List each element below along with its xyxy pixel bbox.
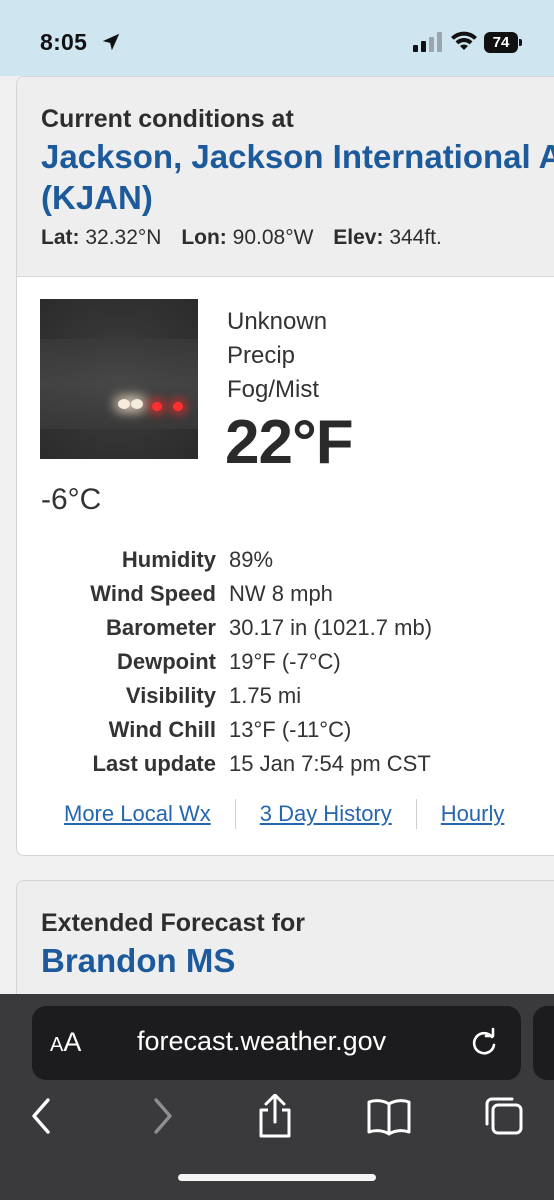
extended-forecast-label: Extended Forecast for (41, 909, 305, 937)
forecast-location: Brandon MS (41, 942, 236, 979)
current-conditions-header: Current conditions at Jackson, Jackson I… (17, 77, 554, 277)
url-field[interactable]: forecast.weather.gov (137, 1026, 386, 1057)
elev-value: 344ft. (389, 226, 442, 249)
current-conditions-label: Current conditions at (41, 105, 294, 133)
details-label: Wind Chill (108, 717, 216, 742)
web-page: Current conditions at Jackson, Jackson I… (0, 76, 554, 994)
current-conditions-panel: Current conditions at Jackson, Jackson I… (16, 76, 554, 856)
next-tab-preview[interactable] (533, 1006, 554, 1080)
details-value: 19°F (-7°C) (229, 649, 341, 674)
lon-value: 90.08°W (232, 226, 314, 249)
conditions-details-table: Humidity 89% Wind Speed NW 8 mph Barometer… (17, 543, 554, 781)
link-divider (234, 799, 236, 829)
details-value: 15 Jan 7:54 pm CST (229, 751, 431, 776)
details-value: NW 8 mph (229, 581, 333, 606)
station-links: More Local Wx 3 Day History Hourly (64, 799, 504, 829)
details-label: Last update (92, 751, 216, 776)
elev-label: Elev: (333, 226, 384, 249)
station-name: Jackson, Jackson International Airport (41, 138, 554, 175)
three-day-history-link[interactable]: 3 Day History (260, 801, 392, 827)
cellular-signal-icon (413, 32, 442, 52)
reload-icon[interactable] (468, 1027, 500, 1059)
details-value: 89% (229, 547, 274, 572)
condition-line: Unknown (227, 308, 328, 335)
status-time: 8:05 (40, 29, 88, 55)
details-label: Visibility (125, 683, 216, 708)
details-label: Humidity (121, 547, 216, 572)
address-bar[interactable]: AA forecast.weather.gov (32, 1006, 521, 1080)
lat-value: 32.32°N (85, 226, 162, 249)
browser-toolbar: AA forecast.weather.gov (0, 994, 554, 1200)
details-value: 1.75 mi (229, 683, 302, 708)
current-conditions-body: Unknown Precip Fog/Mist 22°F -6°C Humidi… (17, 277, 554, 855)
details-label: Barometer (105, 615, 216, 640)
details-value: 30.17 in (1021.7 mb) (229, 615, 433, 640)
tabs-icon[interactable] (482, 1094, 526, 1138)
condition-line: Precip (227, 342, 296, 369)
temperature-fahrenheit: 22°F (225, 408, 354, 477)
details-label: Wind Speed (90, 581, 216, 606)
details-row: Visibility 1.75 mi (17, 679, 554, 713)
battery-icon: 74 (484, 32, 522, 53)
bookmarks-icon[interactable] (367, 1094, 411, 1138)
reader-text-size-button[interactable]: AA (50, 1027, 81, 1058)
details-row: Humidity 89% (17, 543, 554, 577)
extended-forecast-panel: Extended Forecast for Brandon MS (16, 880, 554, 994)
location-arrow-icon (102, 33, 120, 51)
temperature-celsius: -6°C (41, 483, 102, 516)
link-divider (415, 799, 417, 829)
details-value: 13°F (-11°C) (229, 717, 352, 742)
home-indicator (178, 1174, 376, 1181)
details-row: Dewpoint 19°F (-7°C) (17, 645, 554, 679)
details-row: Barometer 30.17 in (1021.7 mb) (17, 611, 554, 645)
station-coordinates: Lat: 32.32°N Lon: 90.08°W Elev: 344ft. (41, 226, 554, 250)
details-row: Last update 15 Jan 7:54 pm CST (17, 747, 554, 781)
lat-label: Lat: (41, 226, 80, 249)
share-icon[interactable] (253, 1094, 297, 1138)
battery-level: 74 (484, 32, 518, 53)
condition-summary: Unknown Precip Fog/Mist (227, 305, 327, 407)
lon-label: Lon: (181, 226, 227, 249)
station-code: (KJAN) (41, 179, 153, 216)
more-local-wx-link[interactable]: More Local Wx (64, 801, 211, 827)
back-icon[interactable] (20, 1094, 64, 1138)
condition-line: Fog/Mist (227, 376, 320, 403)
status-bar: 8:05 74 (0, 0, 554, 76)
details-label: Dewpoint (117, 649, 216, 674)
extended-forecast-header: Extended Forecast for Brandon MS (17, 881, 554, 994)
fog-weather-image (40, 299, 198, 459)
hourly-link[interactable]: Hourly (441, 801, 505, 827)
wifi-icon (451, 31, 477, 50)
details-row: Wind Speed NW 8 mph (17, 577, 554, 611)
forward-icon[interactable] (140, 1094, 184, 1138)
details-row: Wind Chill 13°F (-11°C) (17, 713, 554, 747)
